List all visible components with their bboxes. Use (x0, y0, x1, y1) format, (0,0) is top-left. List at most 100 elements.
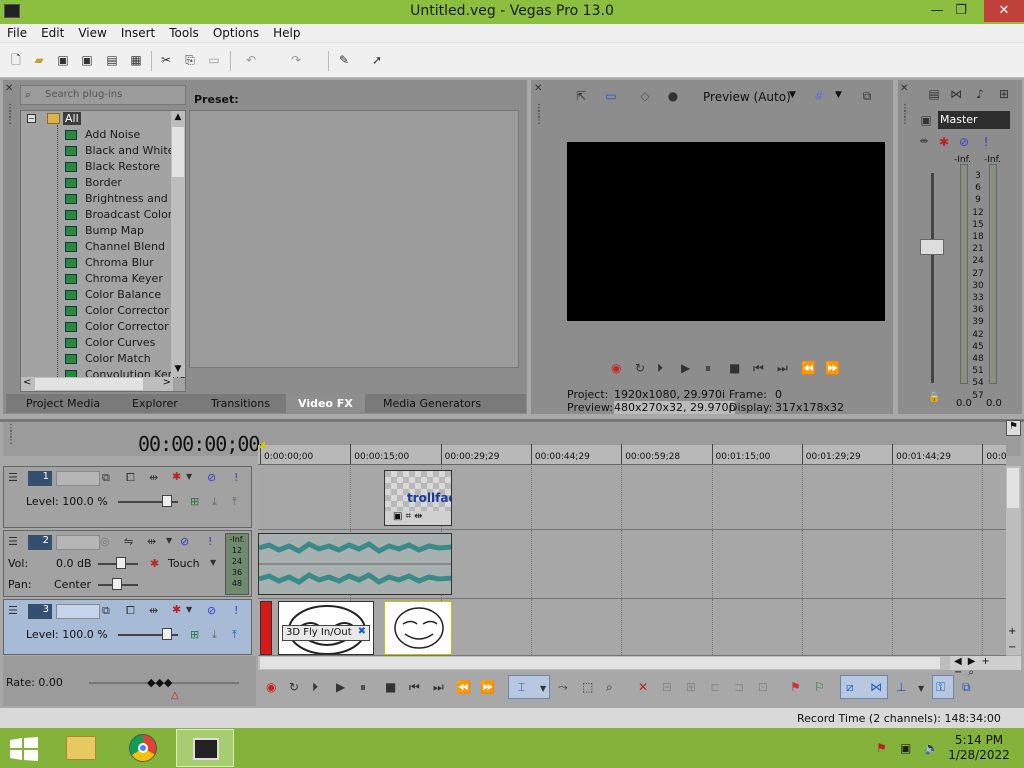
lock-event-icon[interactable]: ⊡ (758, 680, 768, 694)
mute-icon[interactable]: ⊘ (956, 134, 972, 150)
edit-tool-icon[interactable]: ➚ (369, 52, 385, 68)
vegas-taskbar-button[interactable] (176, 729, 234, 767)
track-name-field[interactable] (56, 604, 100, 619)
tab-media-generators[interactable]: Media Generators (383, 397, 481, 410)
enable-snapping-icon[interactable]: ✎ (336, 52, 352, 68)
plugin-item[interactable]: Black and White (21, 143, 174, 159)
menu-help[interactable]: Help (266, 24, 307, 40)
track-1-header[interactable]: ☰ 1 ⧉ ⧠ ⇹ ✱ ▼ ⊘ ! Level: 100.0 % ⊞ ⤓ ⤒ (3, 466, 252, 528)
track-3-lane[interactable]: 3D Fly In/Out ✖ (258, 599, 1006, 656)
plugin-item[interactable]: Bump Map (21, 223, 173, 239)
video-clip-trollface[interactable]: trollfac ▣⌗⇹ (384, 470, 452, 526)
track-fx-settings-icon[interactable]: ⊞ (190, 495, 199, 508)
mute-track-icon[interactable]: ⊘ (207, 604, 216, 617)
pause-icon[interactable]: ⏸ (705, 361, 711, 376)
auto-crossfade-icon[interactable]: ⋈ (870, 680, 882, 694)
redo-icon[interactable]: ↷ (288, 52, 304, 68)
trim-icon[interactable]: ⊟ (662, 680, 672, 694)
audio-pan-icon[interactable]: ⇹ (147, 535, 156, 548)
plugin-item[interactable]: Broadcast Colors (21, 207, 178, 223)
preview-device-icon[interactable]: ⇱ (573, 88, 589, 104)
tab-explorer[interactable]: Explorer (132, 397, 178, 410)
mute-track-icon[interactable]: ⊘ (207, 471, 216, 484)
save-as-icon[interactable]: ▣ (79, 52, 95, 68)
cut-icon[interactable]: ✂ (158, 52, 174, 68)
video-output-icon[interactable]: ▭ (603, 88, 619, 104)
motion-icon[interactable]: ⇹ (149, 604, 158, 617)
tab-transitions[interactable]: Transitions (211, 397, 270, 410)
zoom-controls[interactable]: ◀▶+−⌕ (950, 656, 1021, 678)
record-button[interactable]: ◉ (266, 680, 276, 694)
rate-slider[interactable]: ◆◆◆ (147, 676, 172, 689)
track-fx-settings-icon[interactable]: ⊞ (190, 628, 199, 641)
plugin-item[interactable]: Channel Blend (21, 239, 173, 255)
track-1-lane[interactable]: trollfac ▣⌗⇹ (258, 466, 1006, 530)
transition-label[interactable]: 3D Fly In/Out ✖ (282, 625, 370, 641)
grid-chevron-down-icon[interactable]: ▼ (835, 90, 842, 100)
undo-icon[interactable]: ↶ (243, 52, 259, 68)
speaker-icon[interactable]: ♪ (972, 86, 988, 102)
copy-icon[interactable]: ⎘ (182, 52, 198, 68)
chevron-down-icon[interactable]: ▼ (789, 90, 796, 100)
track-fx-icon[interactable]: ✱ (172, 470, 181, 483)
plugin-item[interactable]: Color Curves (21, 335, 173, 351)
preview-grip[interactable]: ⋮ ⋮ ⋮ (534, 104, 544, 126)
go-to-start-icon[interactable]: ⏮ (753, 361, 764, 376)
menu-view[interactable]: View (71, 24, 113, 40)
go-to-end-icon[interactable]: ⏭ (777, 361, 788, 376)
solo-track-icon[interactable]: ! (234, 604, 238, 617)
play-button[interactable]: ▶ (336, 680, 345, 694)
render-icon[interactable]: ▤ (104, 52, 120, 68)
previous-frame-button[interactable]: ⏪ (456, 680, 471, 694)
play-from-start-button[interactable]: ⏵ (312, 680, 318, 695)
menu-insert[interactable]: Insert (114, 24, 162, 40)
master-grip[interactable]: ⋮ ⋮ ⋮ (900, 104, 910, 126)
phase-invert-icon[interactable]: ⇋ (124, 535, 133, 548)
composite-mode-icon[interactable]: ⧉ (102, 471, 110, 485)
ripple-chevron-down-icon[interactable]: ▼ (918, 684, 924, 693)
lock-icon[interactable]: 🔒 (928, 392, 940, 403)
track-2-lane[interactable] (258, 530, 1006, 599)
track-motion-icon[interactable]: ⤒ (232, 628, 237, 642)
edit-tool-icon[interactable]: ⌶ (518, 680, 525, 695)
file-explorer-icon[interactable] (66, 736, 96, 760)
plugin-item[interactable]: Color Balance (21, 287, 173, 303)
automation-chevron-down-icon[interactable]: ▼ (210, 558, 216, 567)
next-frame-button[interactable]: ⏩ (480, 680, 495, 694)
loop-button[interactable]: ↻ (289, 680, 299, 694)
search-input[interactable]: Search plug-ins (20, 85, 186, 105)
motion-icon[interactable]: ⇹ (149, 471, 158, 484)
fx-chevron-down-icon[interactable]: ▼ (186, 605, 192, 614)
menu-tools[interactable]: Tools (162, 24, 206, 40)
plugin-item[interactable]: Border (21, 175, 173, 191)
close-master-icon[interactable]: ✕ (900, 84, 908, 94)
level-slider[interactable] (162, 628, 172, 640)
system-clock[interactable]: 5:14 PM 1/28/2022 (944, 733, 1014, 763)
menu-edit[interactable]: Edit (34, 24, 71, 40)
track-name-field[interactable] (56, 535, 100, 550)
plugin-item[interactable]: Chroma Keyer (21, 271, 173, 287)
ignore-grouping-icon[interactable]: ⧉ (962, 680, 971, 695)
previous-frame-icon[interactable]: ⏪ (801, 361, 816, 375)
timeline-ruler[interactable]: 0:00:00;00 00:00:15;00 00:00:29;29 00:00:44… (258, 444, 1007, 465)
plugin-item[interactable]: Black Restore (21, 159, 173, 175)
marker-flag-icon[interactable]: ⚑ (1006, 420, 1021, 436)
play-from-start-icon[interactable]: ⏵ (657, 361, 663, 376)
plugin-item[interactable]: Add Noise (21, 127, 173, 143)
solo-icon[interactable]: ! (978, 134, 994, 150)
restore-button[interactable]: ❐ (946, 0, 976, 22)
close-preview-icon[interactable]: ✕ (534, 84, 542, 94)
overlays-icon[interactable]: ● (665, 88, 681, 104)
split-icon[interactable]: ⊞ (686, 680, 696, 694)
go-to-end-button[interactable]: ⏭ (433, 680, 444, 695)
properties-icon[interactable]: ▦ (128, 52, 144, 68)
save-icon[interactable]: ▣ (55, 52, 71, 68)
fx-chevron-down-icon[interactable]: ▼ (186, 472, 192, 481)
track-collapse-icon[interactable]: ☰ (8, 604, 18, 617)
tab-video-fx[interactable]: Video FX (286, 394, 365, 413)
pan-icon[interactable]: ⇹ (916, 134, 932, 150)
enable-snapping-icon[interactable]: ⧄ (846, 680, 854, 695)
dim-output-icon[interactable]: ⋈ (948, 86, 964, 102)
loop-icon[interactable]: ↻ (635, 361, 645, 375)
windows-start-icon[interactable] (10, 737, 38, 761)
